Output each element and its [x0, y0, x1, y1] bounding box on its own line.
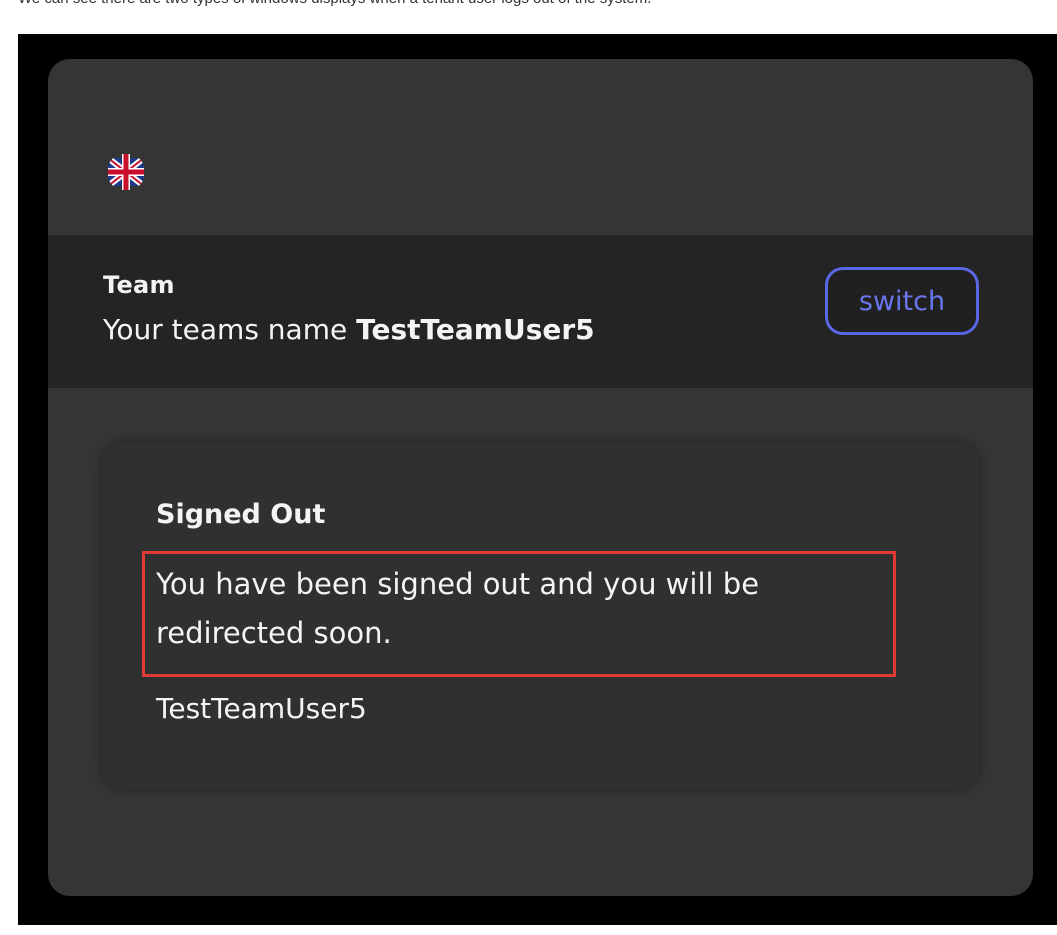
signout-window: Team Your teams name TestTeamUser5 switc…: [48, 59, 1033, 896]
uk-flag-icon[interactable]: [106, 152, 146, 192]
team-name-line: Your teams name TestTeamUser5: [103, 313, 595, 346]
team-title: Team: [103, 271, 175, 299]
signed-out-title: Signed Out: [156, 499, 326, 530]
signed-out-message: You have been signed out and you will be…: [156, 567, 760, 650]
article-caption: We can see there are two types of window…: [18, 0, 651, 8]
switch-button[interactable]: switch: [825, 267, 979, 335]
signed-out-panel: Signed Out You have been signed out and …: [102, 442, 979, 789]
signed-out-user: TestTeamUser5: [156, 692, 367, 725]
team-bar: Team Your teams name TestTeamUser5 switc…: [48, 235, 1033, 388]
screenshot-frame: Team Your teams name TestTeamUser5 switc…: [18, 34, 1057, 925]
team-name: TestTeamUser5: [356, 313, 595, 346]
team-name-prefix: Your teams name: [103, 313, 357, 346]
